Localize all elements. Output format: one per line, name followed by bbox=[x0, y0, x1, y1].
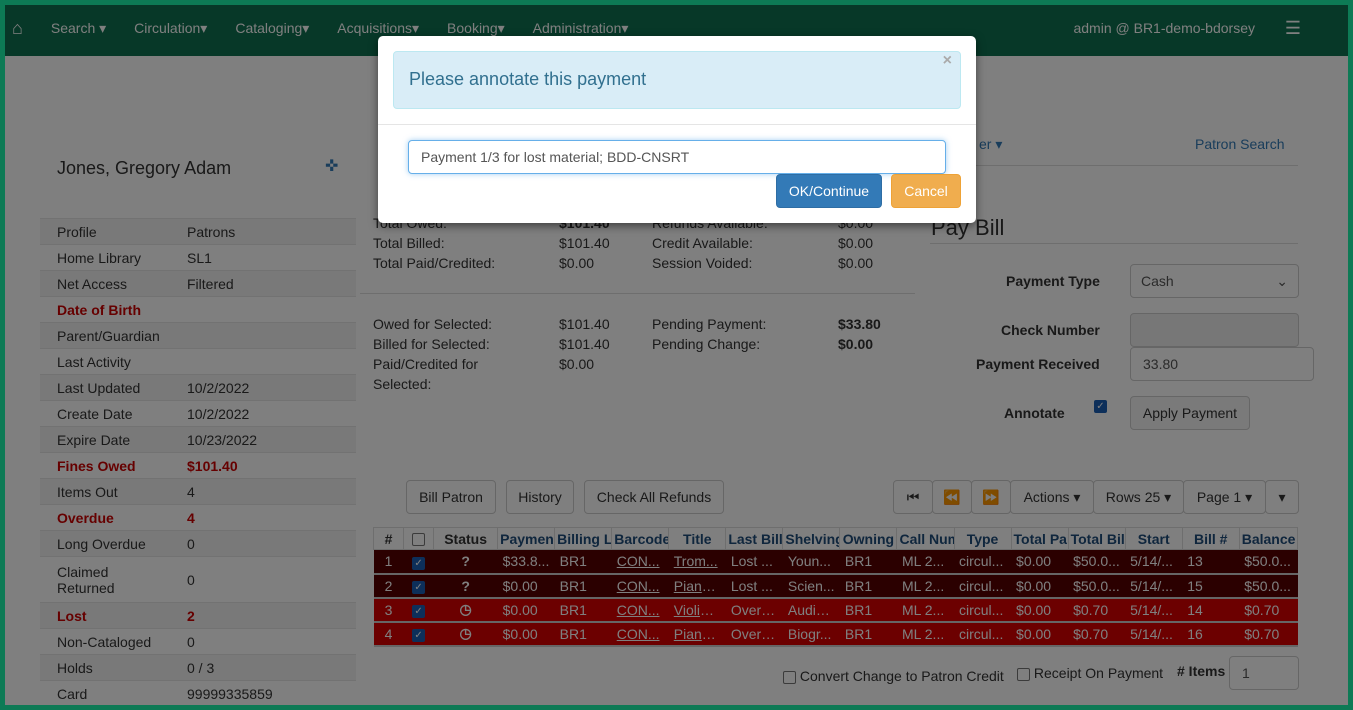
annotation-input[interactable] bbox=[408, 140, 946, 174]
dialog-title: Please annotate this payment bbox=[409, 69, 647, 89]
ok-continue-button[interactable]: OK/Continue bbox=[776, 174, 882, 208]
cancel-button[interactable]: Cancel bbox=[891, 174, 961, 208]
dialog-header: Please annotate this payment × bbox=[393, 51, 961, 109]
close-icon[interactable]: × bbox=[943, 52, 952, 70]
annotate-dialog: Please annotate this payment × OK/Contin… bbox=[378, 36, 976, 223]
